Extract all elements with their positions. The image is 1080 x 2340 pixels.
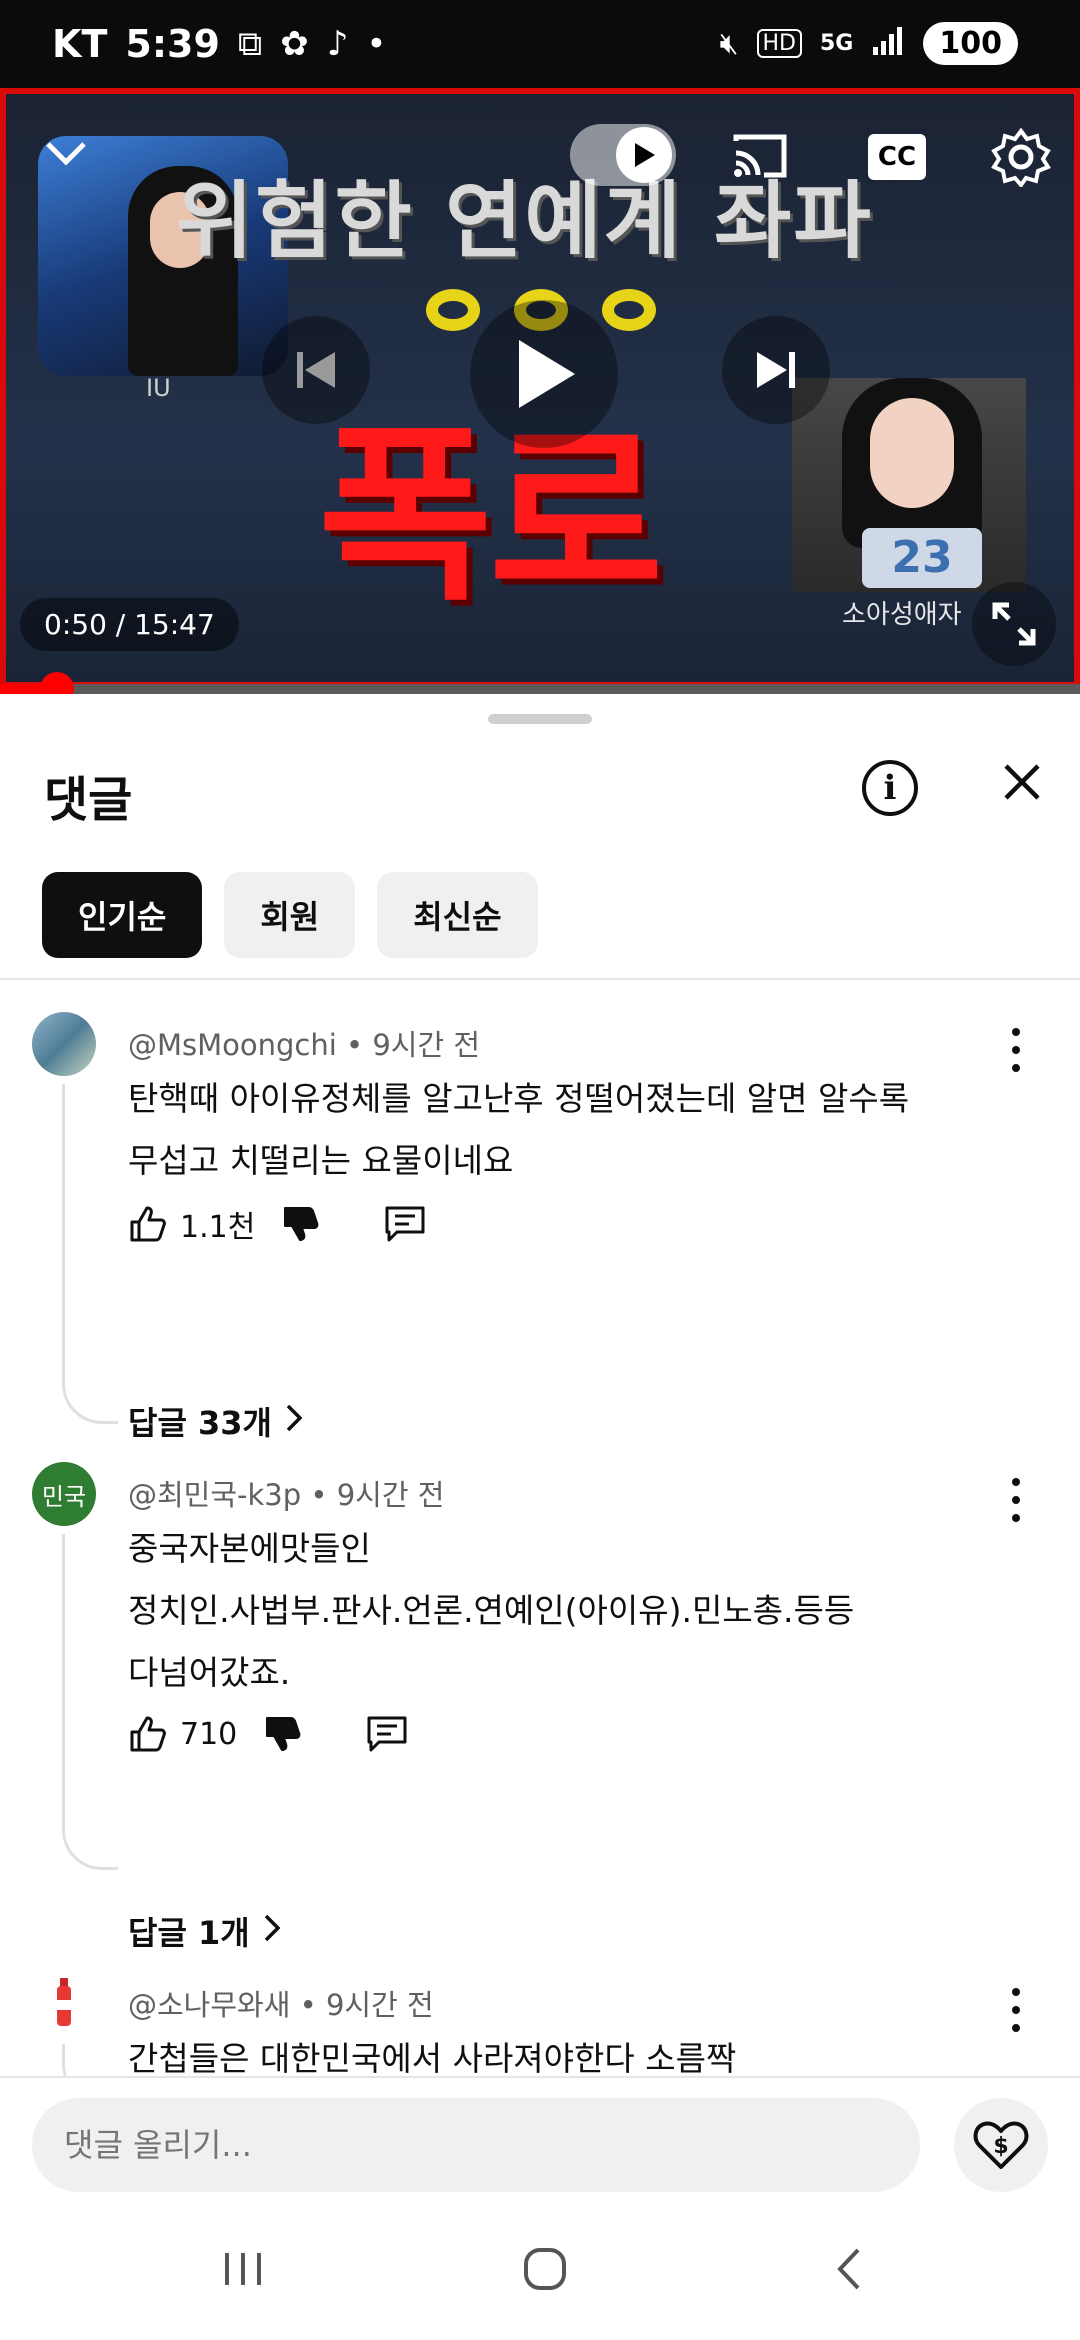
comments-title: 댓글 [44,772,133,828]
previous-track-icon[interactable] [262,316,370,424]
cast-icon[interactable] [728,130,792,182]
view-replies-button[interactable]: 답글 1개 [128,1908,281,1954]
comment-input[interactable] [32,2098,920,2192]
info-icon[interactable]: i [862,760,918,816]
divider [0,978,1080,980]
comment-text: 탄핵때 아이유정체를 알고난후 정떨어졌는데 알면 알수록 무섭고 치떨리는 요… [128,1079,910,1180]
chevron-right-icon [264,1912,281,1950]
like-count: 1.1천 [180,1210,256,1245]
clock: 5:39 [125,22,220,66]
thumbnail-photo-right: 23 [792,378,1026,592]
home-icon[interactable] [500,2224,590,2314]
chip-newest[interactable]: 최신순 [377,872,538,958]
avatar[interactable]: 민국 [32,1462,96,1526]
tiktok-icon: ♪ [326,24,349,64]
video-progress-bar[interactable] [0,672,1080,706]
network-5g-icon: 5G [820,31,854,56]
time-display: 0:50 / 15:47 [20,598,239,651]
super-thanks-icon[interactable]: $ [954,2098,1048,2192]
like-count: 710 [180,1716,238,1752]
next-track-icon[interactable] [722,316,830,424]
comment-icon[interactable] [365,1712,409,1756]
comment-author[interactable]: @소나무와새 [128,1988,290,2022]
cake-number: 23 [862,528,982,588]
notification-dot-icon: • [366,24,387,64]
comment-author[interactable]: @최민국-k3p [128,1478,301,1512]
comment-icon[interactable] [383,1202,427,1246]
close-icon[interactable] [992,752,1052,812]
sort-chips: 인기순 회원 최신순 [42,872,538,958]
settings-gear-icon[interactable] [988,124,1054,190]
thumb-up-icon[interactable] [126,1712,170,1756]
play-button[interactable] [470,300,618,448]
thread-line [62,1534,118,1870]
comment-time: 9시간 전 [325,1988,434,2022]
status-bar: KT 5:39 ⧉ ✿ ♪ • 🔇︎ HD 5G 100 [0,0,1080,88]
chip-members[interactable]: 회원 [224,872,356,958]
chip-popular[interactable]: 인기순 [42,872,203,958]
thumb-down-icon[interactable] [279,1202,323,1246]
replies-count: 답글 1개 [128,1914,250,1952]
video-player[interactable]: IU 위험한 연예계 좌파 폭로 23 소아성애자 CC 0:50 / 15:4… [0,88,1080,688]
captions-button[interactable]: CC [868,134,926,180]
replies-count: 답글 33개 [128,1404,272,1442]
autoplay-play-icon [616,127,672,183]
chevron-right-icon [286,1402,303,1440]
view-replies-button[interactable]: 답글 33개 [128,1398,303,1444]
recent-apps-icon[interactable] [198,2224,288,2314]
avatar[interactable] [32,1012,96,1076]
chatgpt-icon: ✿ [280,24,309,64]
comment-author[interactable]: @MsMoongchi [128,1028,337,1062]
autoplay-toggle[interactable] [570,124,676,186]
system-nav-bar [0,2194,1080,2340]
drag-handle[interactable] [488,714,592,724]
thumbnail-left-caption: IU [146,374,171,402]
thumbnail-right-caption: 소아성애자 [842,600,962,630]
comment-composer: $ [0,2076,1080,2194]
mute-icon: 🔇︎ [719,26,739,61]
svg-text:$: $ [993,2134,1008,2159]
more-vert-icon[interactable] [1000,1988,1032,2032]
avatar[interactable] [32,1972,96,2036]
comment-time: 9시간 전 [372,1028,481,1062]
minimize-chevron-icon[interactable] [30,118,102,190]
thumb-up-icon[interactable] [126,1202,170,1246]
signal-icon [871,25,905,63]
thumb-down-icon[interactable] [261,1712,305,1756]
battery-indicator: 100 [923,22,1018,65]
carrier-label: KT [52,22,108,66]
comment-time: 9시간 전 [336,1478,445,1512]
more-vert-icon[interactable] [1000,1478,1032,1522]
screenshot-icon: ⧉ [237,24,263,64]
more-vert-icon[interactable] [1000,1028,1032,1072]
comment-text: 중국자본에맛들인 정치인.사법부.판사.언론.연예인(아이유).민노총.등등 다… [128,1529,855,1692]
thread-line [62,1084,118,1424]
fullscreen-icon[interactable] [972,582,1056,666]
back-icon[interactable] [804,2224,894,2314]
hd-voice-icon: HD [756,29,802,58]
